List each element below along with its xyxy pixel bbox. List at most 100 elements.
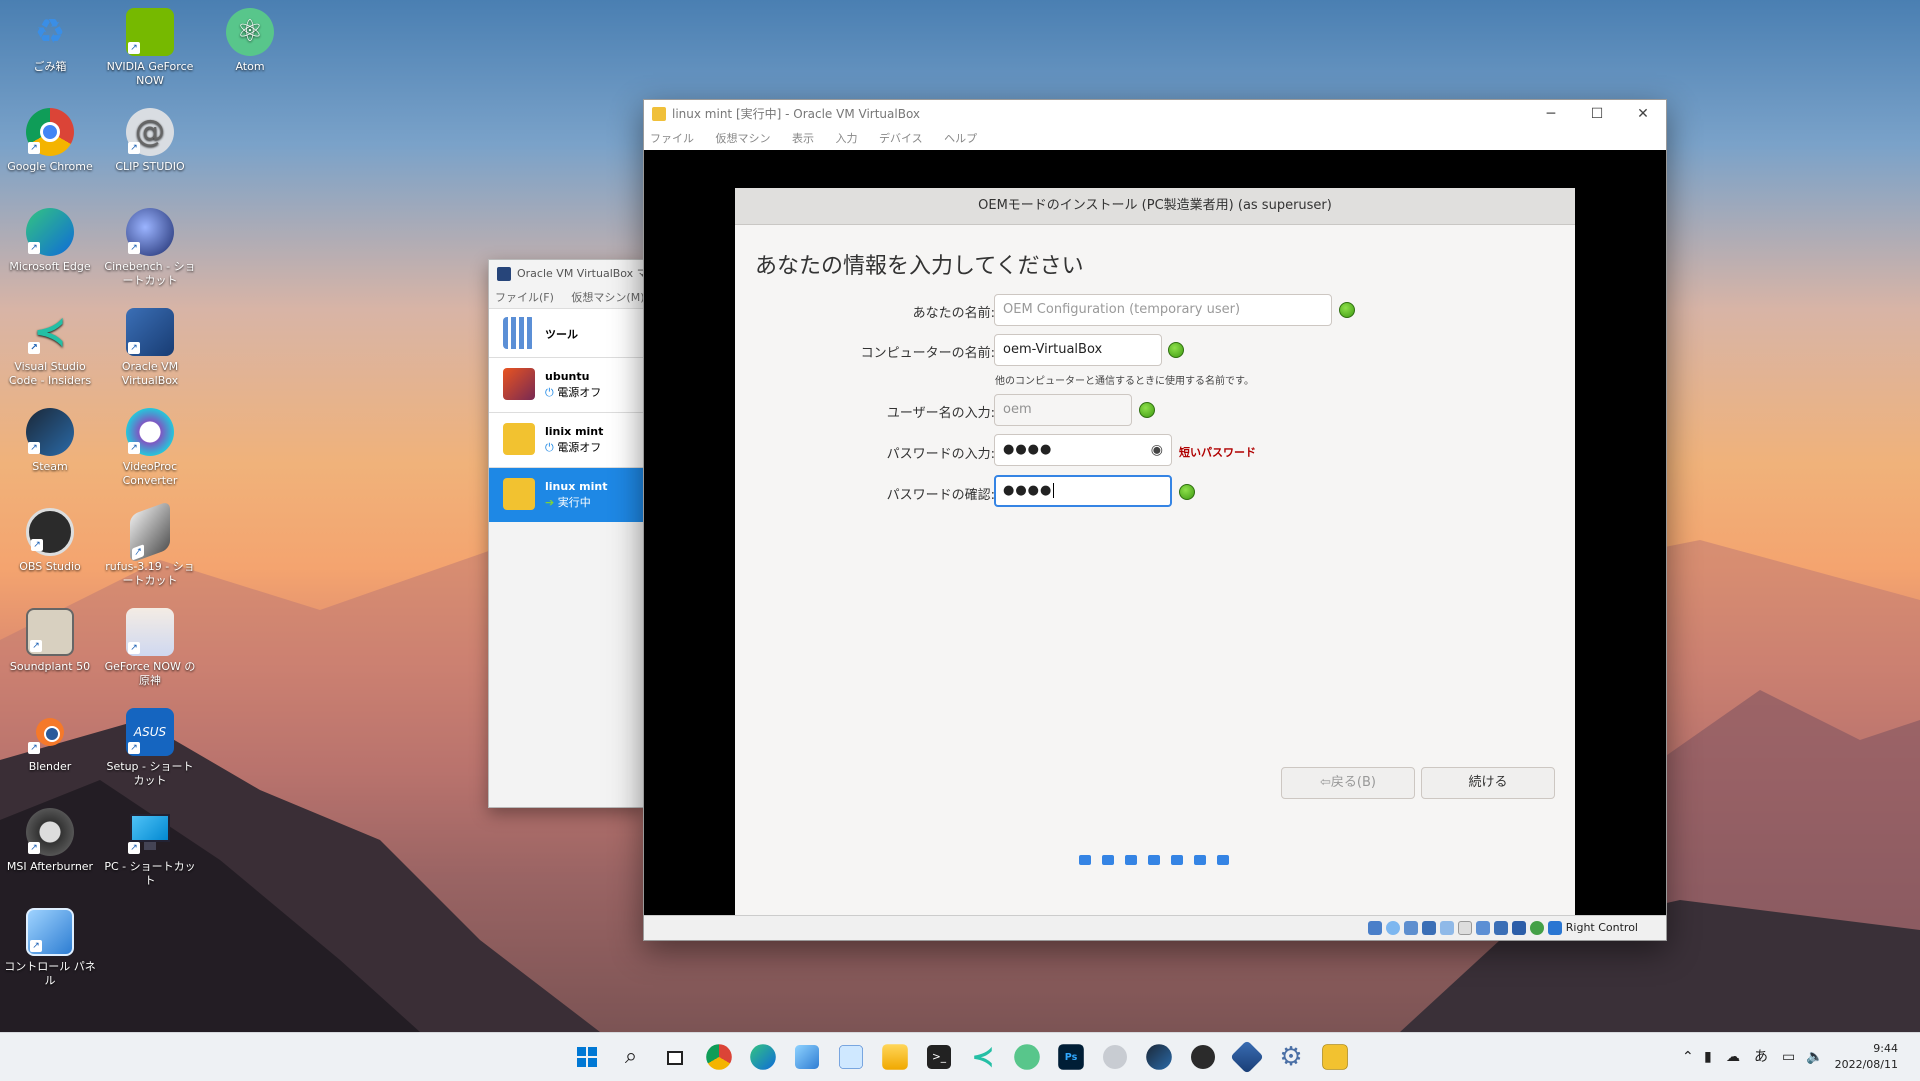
vt-x-icon[interactable]	[1530, 921, 1544, 935]
show-hidden-icons-chevron-icon[interactable]: ⌃	[1682, 1033, 1694, 1081]
desktop-icon-cinebench[interactable]: ↗ Cinebench - ショートカット	[102, 208, 198, 288]
desktop-icon-atom[interactable]: ⚛ Atom	[202, 8, 298, 74]
desktop-icon-soundplant[interactable]: ↗ Soundplant 50	[2, 608, 98, 674]
maximize-button[interactable]: ☐	[1574, 100, 1620, 128]
text-cursor	[1053, 483, 1055, 498]
username-field[interactable]: oem	[994, 394, 1132, 426]
start-windows-icon[interactable]	[571, 1041, 603, 1073]
cpu-icon[interactable]	[1512, 921, 1526, 935]
search-icon[interactable]: ⌕	[615, 1041, 647, 1073]
recording-icon[interactable]	[1494, 921, 1508, 935]
hdd-icon[interactable]	[1368, 921, 1382, 935]
file-explorer-icon[interactable]	[882, 1044, 908, 1070]
network-icon[interactable]	[1422, 921, 1436, 935]
desktop-icon-rufus[interactable]: ↗ rufus-3.19 - ショートカット	[102, 500, 198, 588]
display-icon[interactable]	[1476, 921, 1490, 935]
steam-icon[interactable]	[1146, 1044, 1172, 1070]
vm-menu-file[interactable]: ファイル	[650, 132, 694, 145]
desktop-icon-microsoft-edge[interactable]: ↗ Microsoft Edge	[2, 208, 98, 274]
running-vm-icon[interactable]	[1322, 1044, 1348, 1070]
vscode-icon: ≺ ↗	[26, 308, 74, 356]
desktop-icon-obs-studio[interactable]: ↗ OBS Studio	[2, 508, 98, 574]
desktop-icon-vscode-insiders[interactable]: ≺ ↗ Visual Studio Code - Insiders	[2, 308, 98, 388]
videoproc-icon: ↗	[126, 408, 174, 456]
chrome-icon[interactable]	[706, 1044, 732, 1070]
desktop-icon-msi-afterburner[interactable]: ↗ MSI Afterburner	[2, 808, 98, 874]
name-placeholder: OEM Configuration (temporary user)	[1003, 302, 1241, 317]
network-monitor-icon[interactable]: ▭	[1782, 1033, 1795, 1081]
vm-titlebar[interactable]: linux mint [実行中] - Oracle VM VirtualBox …	[644, 100, 1666, 128]
tray-app-icon[interactable]: ▮	[1704, 1033, 1712, 1081]
asus-setup-icon: ASUS ↗	[126, 708, 174, 756]
audio-icon[interactable]	[1404, 921, 1418, 935]
vm-menu-devices[interactable]: デバイス	[879, 132, 923, 145]
clip-studio-icon[interactable]	[1103, 1045, 1127, 1069]
desktop-icon-nvidia-geforce-now[interactable]: ↗ NVIDIA GeForce NOW	[102, 8, 198, 88]
atom-icon[interactable]	[1014, 1044, 1040, 1070]
vm-screen[interactable]: OEMモードのインストール (PC製造業者用) (as superuser) あ…	[644, 150, 1666, 916]
computer-name-field[interactable]: oem-VirtualBox	[994, 334, 1162, 366]
optical-drive-icon[interactable]	[1386, 921, 1400, 935]
vm-menu-input[interactable]: 入力	[836, 132, 858, 145]
settings-gear-icon[interactable]: ⚙	[1275, 1041, 1307, 1073]
desktop-icon-label: CLIP STUDIO	[115, 160, 185, 173]
virtualbox-manager-window[interactable]: Oracle VM VirtualBox マ ファイル(F) 仮想マシン(M) …	[488, 259, 645, 808]
tools-label: ツール	[545, 328, 578, 341]
vm-menu-view[interactable]: 表示	[792, 132, 814, 145]
desktop-icon-clip-studio[interactable]: @ ↗ CLIP STUDIO	[102, 108, 198, 174]
linux-vm-icon	[503, 478, 535, 510]
desktop-icon-virtualbox[interactable]: ↗ Oracle VM VirtualBox	[102, 308, 198, 388]
vscode-icon[interactable]: ≺	[967, 1041, 999, 1073]
clock[interactable]: 9:44 2022/08/11	[1835, 1041, 1898, 1073]
virtualbox-icon[interactable]	[1230, 1040, 1264, 1074]
usb-icon: ↗	[130, 500, 170, 564]
desktop-icon-pc[interactable]: ↗ PC - ショートカット	[102, 808, 198, 888]
minimize-button[interactable]: ─	[1528, 100, 1574, 128]
close-button[interactable]: ✕	[1620, 100, 1666, 128]
terminal-icon[interactable]: >_	[927, 1045, 951, 1069]
vm-state: ⏻ 電源オフ	[545, 441, 602, 454]
ime-indicator[interactable]: あ	[1754, 1033, 1768, 1081]
ubuntu-vm-icon	[503, 368, 535, 400]
desktop-icon-recycle-bin[interactable]: ♻ ごみ箱	[2, 8, 98, 74]
obs-icon[interactable]	[1191, 1045, 1215, 1069]
manager-menu-machine[interactable]: 仮想マシン(M)	[571, 291, 644, 304]
desktop-icon-google-chrome[interactable]: ↗ Google Chrome	[2, 108, 98, 174]
vm-window[interactable]: linux mint [実行中] - Oracle VM VirtualBox …	[643, 99, 1667, 941]
manager-tools-item[interactable]: ツール	[489, 308, 644, 357]
desktop-icon-videoproc[interactable]: ↗ VideoProc Converter	[102, 408, 198, 488]
photoshop-icon[interactable]: Ps	[1058, 1044, 1084, 1070]
task-manager-icon[interactable]	[839, 1045, 863, 1069]
vm-title: linux mint [実行中] - Oracle VM VirtualBox	[672, 107, 921, 121]
task-view-icon[interactable]	[659, 1041, 691, 1073]
usb-device-icon[interactable]	[1440, 921, 1454, 935]
desktop-icon-genshin[interactable]: ↗ GeForce NOW の原神	[102, 608, 198, 688]
desktop-icon-label: MSI Afterburner	[6, 860, 94, 873]
onedrive-cloud-icon[interactable]: ☁	[1726, 1033, 1740, 1081]
desktop-icon-blender[interactable]: ↗ Blender	[2, 708, 98, 774]
show-password-eye-icon[interactable]: ◉	[1151, 435, 1163, 465]
speaker-icon[interactable]: 🔈	[1806, 1033, 1823, 1081]
desktop-icon-asus-setup[interactable]: ASUS ↗ Setup - ショートカット	[102, 708, 198, 788]
vm-list-item-ubuntu[interactable]: ubuntu ⏻ 電源オフ	[489, 357, 644, 412]
shared-folder-icon[interactable]	[1458, 921, 1472, 935]
manager-titlebar[interactable]: Oracle VM VirtualBox マ	[489, 260, 644, 288]
mouse-integration-icon[interactable]	[1548, 921, 1562, 935]
desktop-icon-steam[interactable]: ↗ Steam	[2, 408, 98, 474]
back-button[interactable]: ⇦戻る(B)	[1281, 767, 1415, 799]
vm-menubar: ファイル 仮想マシン 表示 入力 デバイス ヘルプ	[644, 128, 1666, 150]
desktop-icon-control-panel[interactable]: ↗ コントロール パネル	[2, 908, 98, 988]
progress-step-dot	[1194, 855, 1206, 865]
vm-list-item-linix-mint[interactable]: linix mint ⏻ 電源オフ	[489, 412, 644, 467]
password-value: ●●●●	[1003, 442, 1053, 457]
password-field[interactable]: ●●●● ◉	[994, 434, 1172, 466]
manager-menu-file[interactable]: ファイル(F)	[495, 291, 554, 304]
vm-menu-help[interactable]: ヘルプ	[944, 132, 977, 145]
name-field[interactable]: OEM Configuration (temporary user)	[994, 294, 1332, 326]
confirm-password-field[interactable]: ●●●●	[994, 475, 1172, 507]
vm-list-item-linux-mint[interactable]: linux mint ➔ 実行中	[489, 467, 644, 522]
vm-menu-machine[interactable]: 仮想マシン	[716, 132, 771, 145]
photos-icon[interactable]	[795, 1045, 819, 1069]
continue-button[interactable]: 続ける	[1421, 767, 1555, 799]
edge-icon[interactable]	[750, 1044, 776, 1070]
